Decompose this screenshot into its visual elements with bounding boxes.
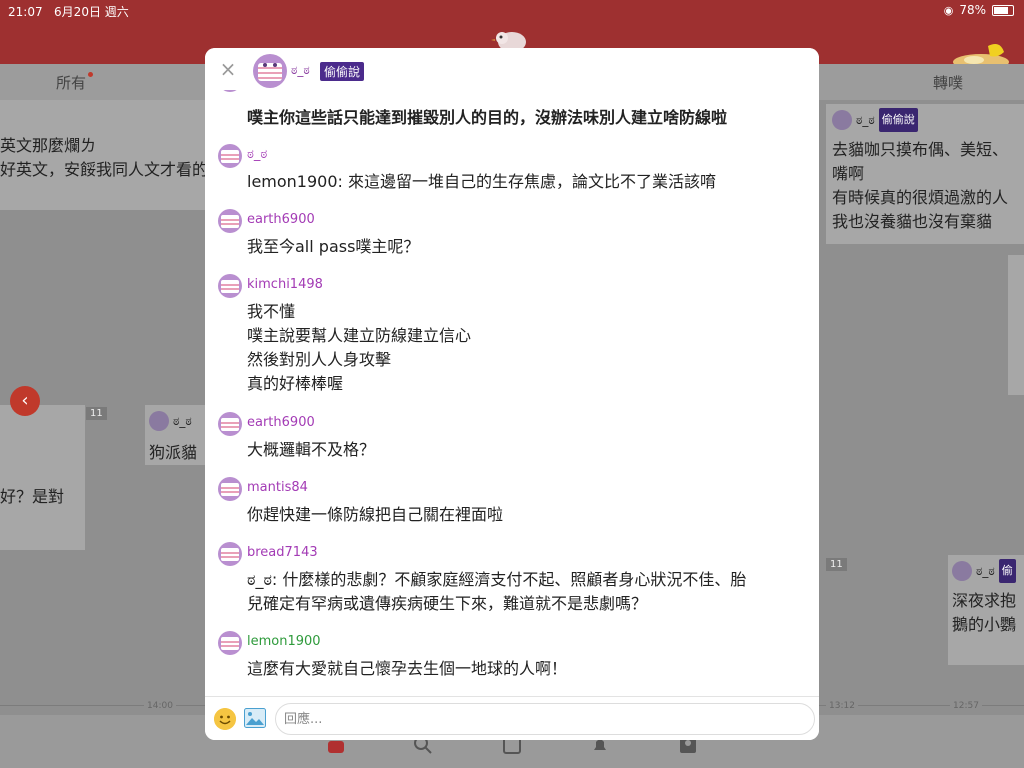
response-list[interactable]: sheep1520 噗主你這些話只能達到摧毀別人的目的，沒辦法味別人建立啥防線啦… bbox=[205, 88, 819, 696]
card-author: ಠ_ಠ 偷偷說 bbox=[832, 108, 1018, 132]
timeline-card[interactable]: 英文那麼爛ㄌ 好英文，安餒我同人文才看的 bbox=[0, 100, 215, 210]
close-icon[interactable]: × bbox=[219, 59, 237, 79]
status-bar: 21:07 6月20日 週六 ◉ 78% bbox=[0, 0, 1024, 20]
battery-icon bbox=[992, 4, 1014, 16]
whisper-badge: 偷 bbox=[998, 559, 1016, 583]
card-line: 狗派貓 bbox=[149, 443, 198, 462]
timeline-card[interactable]: ಠ_ಠ 狗派貓 bbox=[145, 405, 205, 465]
avatar bbox=[149, 411, 169, 431]
response-text: 噗主你這些話只能達到摧毀別人的目的，沒辦法味別人建立啥防線啦 bbox=[247, 108, 728, 127]
response-count-badge: 11 bbox=[826, 558, 847, 571]
battery-percent: 78% bbox=[959, 3, 986, 17]
card-line: 好英文，安餒我同人文才看的 bbox=[0, 160, 209, 179]
whisper-badge: 偷偷說 bbox=[320, 62, 365, 81]
card-line: 我也沒養貓也沒有棄貓 bbox=[832, 212, 993, 231]
card-line: 深夜求抱 bbox=[952, 591, 1017, 610]
timeline-card[interactable] bbox=[1008, 255, 1024, 395]
card-author-name: ಠ_ಠ bbox=[976, 564, 995, 578]
card-author-name: ಠ_ಠ bbox=[173, 414, 192, 428]
response-text: 大概邏輯不及格？ bbox=[247, 440, 376, 459]
card-line: 有時候真的很煩過激的人 bbox=[832, 188, 1009, 207]
modal-header: × ಠ_ಠ 偷偷說 bbox=[205, 48, 819, 90]
avatar[interactable] bbox=[218, 542, 242, 566]
chevron-left-icon: ‹ bbox=[21, 390, 29, 411]
response-line: 兒確定有罕病或遺傳疾病硬生下來，難道就不是悲劇嗎？ bbox=[247, 594, 648, 613]
tab-replurk[interactable]: 轉噗 bbox=[933, 72, 963, 93]
status-date: 6月20日 週六 bbox=[54, 5, 129, 19]
response-line: ಠ_ಠ: 什麼樣的悲劇？不顧家庭經濟支付不起、照顧者身心狀況不佳、胎 bbox=[247, 570, 747, 589]
response-username[interactable]: lemon1900 bbox=[247, 634, 321, 649]
time-marker: 12:57 bbox=[950, 701, 982, 711]
avatar bbox=[952, 561, 972, 581]
response-username[interactable]: kimchi1498 bbox=[247, 277, 323, 292]
unread-dot bbox=[88, 72, 94, 77]
response-username[interactable]: earth6900 bbox=[247, 212, 315, 227]
timeline-card[interactable]: ಠ_ಠ 偷 深夜求抱 鵝的小鸚 bbox=[948, 555, 1024, 665]
response-username[interactable]: mantis84 bbox=[247, 480, 308, 495]
avatar bbox=[832, 110, 852, 130]
whisper-badge: 偷偷說 bbox=[878, 108, 918, 132]
plurk-responses-modal: × ಠ_ಠ 偷偷說 sheep1520 噗主你這些話只能達到摧毀別人的目的，沒辦… bbox=[205, 48, 819, 740]
card-line: 去貓咖只摸布偶、美短、 bbox=[832, 140, 1009, 159]
avatar[interactable] bbox=[218, 144, 242, 168]
response-text: 這麼有大愛就自己懷孕去生個一地球的人啊！ bbox=[247, 659, 568, 678]
card-line: 嘴啊 bbox=[832, 164, 865, 183]
response-text: ಠ_ಠ: 什麼樣的悲劇？不顧家庭經濟支付不起、照顧者身心狀況不佳、胎 兒確定有罕… bbox=[247, 568, 802, 616]
card-line: 好？是對 bbox=[0, 487, 65, 506]
status-time: 21:07 bbox=[8, 5, 43, 19]
avatar[interactable] bbox=[218, 274, 242, 298]
response-line: 真的好棒棒喔 bbox=[247, 374, 344, 393]
status-time-date: 21:07 6月20日 週六 bbox=[8, 3, 129, 20]
response-text: 你趕快建一條防線把自己關在裡面啦 bbox=[247, 505, 504, 524]
avatar[interactable] bbox=[218, 631, 242, 655]
response-text: lemon1900: 來這邊留一堆自己的生存焦慮，論文比不了業活該唷 bbox=[247, 172, 717, 191]
tab-all[interactable]: 所有 bbox=[56, 72, 94, 93]
response-text: 我至今all pass噗主呢？ bbox=[247, 237, 420, 256]
response-username[interactable]: ಠ_ಠ bbox=[247, 147, 267, 162]
timeline-card[interactable]: ಠ_ಠ 偷偷說 去貓咖只摸布偶、美短、 嘴啊 有時候真的很煩過激的人 我也沒養貓也… bbox=[826, 104, 1024, 244]
image-icon[interactable] bbox=[244, 708, 266, 728]
wifi-icon: ◉ bbox=[943, 3, 954, 17]
status-right: ◉ 78% bbox=[944, 3, 1014, 17]
card-author: ಠ_ಠ bbox=[149, 409, 201, 433]
response-username[interactable]: earth6900 bbox=[247, 415, 315, 430]
poster-avatar[interactable] bbox=[253, 54, 287, 88]
response-line: 噗主說要幫人建立防線建立信心 bbox=[247, 326, 472, 345]
card-line: 英文那麼爛ㄌ bbox=[0, 136, 97, 155]
tab-replurk-label: 轉噗 bbox=[933, 74, 964, 92]
emoji-icon[interactable] bbox=[214, 708, 236, 730]
reply-input[interactable] bbox=[275, 703, 815, 735]
battery-fill bbox=[994, 6, 1008, 14]
avatar[interactable] bbox=[218, 209, 242, 233]
timeline-card[interactable]: 好？是對 bbox=[0, 405, 85, 550]
response-username[interactable]: bread7143 bbox=[247, 545, 318, 560]
avatar[interactable] bbox=[218, 477, 242, 501]
response-count-badge: 11 bbox=[86, 407, 107, 420]
card-author-name: ಠ_ಠ bbox=[856, 113, 875, 127]
time-marker: 13:12 bbox=[826, 701, 858, 711]
poster-name[interactable]: ಠ_ಠ bbox=[291, 63, 310, 78]
reply-bar bbox=[205, 696, 819, 740]
tab-all-label: 所有 bbox=[56, 74, 87, 92]
response-line: 然後對別人人身攻擊 bbox=[247, 350, 392, 369]
response-text: 我不懂 噗主說要幫人建立防線建立信心 然後對別人人身攻擊 真的好棒棒喔 bbox=[247, 300, 802, 396]
avatar[interactable] bbox=[218, 412, 242, 436]
response-line: 我不懂 bbox=[247, 302, 296, 321]
card-line: 鵝的小鸚 bbox=[952, 615, 1017, 634]
time-marker: 14:00 bbox=[144, 701, 176, 711]
card-author: ಠ_ಠ 偷 bbox=[952, 559, 1020, 583]
timeline-back-button[interactable]: ‹ bbox=[10, 386, 40, 416]
